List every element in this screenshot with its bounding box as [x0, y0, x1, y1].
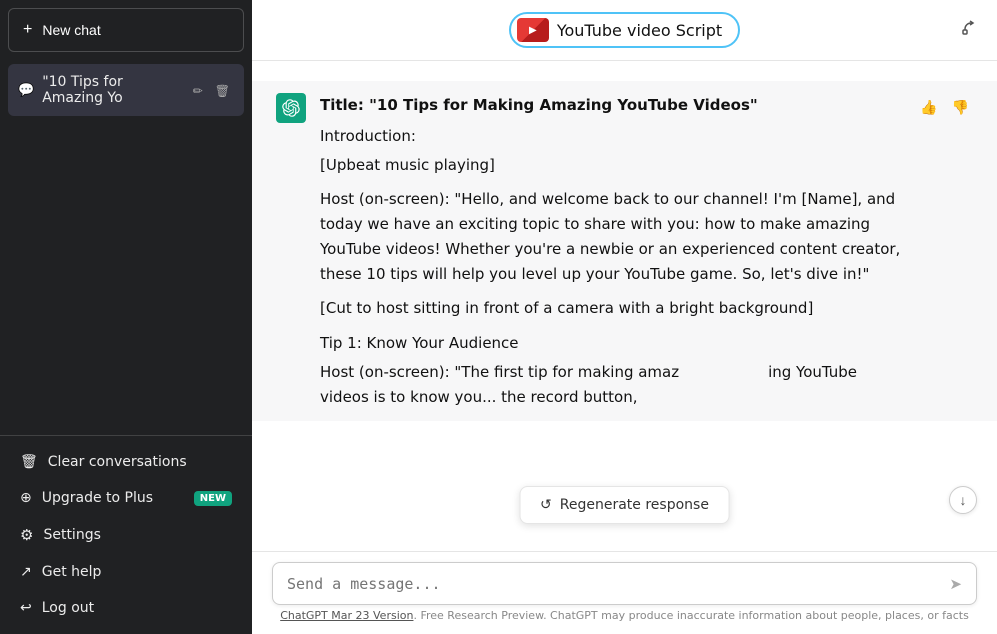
regenerate-label: Regenerate response	[560, 497, 709, 513]
scroll-down-button[interactable]	[949, 486, 977, 514]
help-label: Get help	[42, 564, 102, 580]
sidebar-item-clear[interactable]: Clear conversations	[8, 444, 244, 480]
message-para-3: [Cut to host sitting in front of a camer…	[320, 296, 902, 321]
message-para-4: Tip 1: Know Your Audience	[320, 331, 902, 356]
delete-icon	[215, 83, 230, 98]
sidebar-bottom: Clear conversations Upgrade to Plus NEW …	[0, 435, 252, 634]
sidebar-item-help[interactable]: Get help	[8, 554, 244, 590]
new-chat-label: New chat	[42, 22, 100, 38]
input-box	[272, 562, 977, 605]
sidebar-item-logout[interactable]: Log out	[8, 590, 244, 626]
regenerate-icon	[540, 497, 552, 513]
chat-item-actions	[189, 81, 234, 100]
footer-note: ChatGPT Mar 23 Version. Free Research Pr…	[272, 605, 977, 628]
thumbs-down-icon: 👎	[952, 99, 969, 115]
logout-label: Log out	[42, 600, 94, 616]
footer-version-link[interactable]: ChatGPT Mar 23 Version	[280, 609, 413, 622]
edit-icon	[193, 83, 203, 98]
message-input[interactable]	[287, 575, 941, 593]
share-button[interactable]	[961, 20, 977, 41]
logout-icon	[20, 600, 32, 616]
help-icon	[20, 564, 32, 580]
message-para-2: Host (on-screen): "Hello, and welcome ba…	[320, 187, 902, 286]
message-para-1: [Upbeat music playing]	[320, 153, 902, 178]
message-para-5: Host (on-screen): "The first tip for mak…	[320, 360, 902, 410]
chevron-down-icon	[960, 492, 967, 508]
upgrade-label: Upgrade to Plus	[42, 490, 153, 506]
message-row-assistant: Title: "10 Tips for Making Amazing YouTu…	[252, 81, 997, 421]
plus-icon	[23, 21, 32, 39]
input-area: ChatGPT Mar 23 Version. Free Research Pr…	[252, 551, 997, 634]
new-chat-button[interactable]: New chat	[8, 8, 244, 52]
chat-content: Title: "10 Tips for Making Amazing YouTu…	[252, 61, 997, 551]
send-icon	[949, 573, 962, 594]
thumbs-up-button[interactable]: 👍	[916, 97, 941, 118]
regenerate-popup[interactable]: Regenerate response	[519, 486, 730, 524]
chat-icon	[18, 82, 34, 98]
thumbs-down-button[interactable]: 👎	[948, 97, 973, 118]
chat-header: YouTube video Script	[252, 0, 997, 61]
user-plus-icon	[20, 490, 32, 506]
settings-label: Settings	[43, 527, 100, 543]
message-title: Title: "10 Tips for Making Amazing YouTu…	[320, 93, 902, 118]
share-icon	[961, 23, 977, 40]
message-actions: 👍 👎	[916, 93, 973, 409]
chat-title: YouTube video Script	[557, 21, 722, 40]
sidebar-item-chat-1[interactable]: "10 Tips for Amazing Yo	[8, 64, 244, 116]
clear-label: Clear conversations	[48, 454, 187, 470]
chat-list: "10 Tips for Amazing Yo	[0, 60, 252, 435]
sidebar-item-settings[interactable]: Settings	[8, 516, 244, 554]
assistant-message-content: Title: "10 Tips for Making Amazing YouTu…	[320, 93, 902, 409]
thumbs-up-icon: 👍	[920, 99, 937, 115]
trash-icon	[20, 454, 38, 470]
sidebar: New chat "10 Tips for Amazing Yo Clear c…	[0, 0, 252, 634]
main-panel: YouTube video Script Title: "10 Tips for…	[252, 0, 997, 634]
new-badge: NEW	[194, 491, 232, 506]
send-button[interactable]	[949, 573, 962, 594]
edit-chat-button[interactable]	[189, 81, 207, 100]
delete-chat-button[interactable]	[211, 81, 234, 100]
sidebar-item-upgrade[interactable]: Upgrade to Plus NEW	[8, 480, 244, 516]
youtube-thumbnail	[517, 18, 549, 42]
chat-item-label: "10 Tips for Amazing Yo	[42, 74, 181, 106]
header-title-wrapper: YouTube video Script	[509, 12, 740, 48]
footer-text: . Free Research Preview. ChatGPT may pro…	[413, 609, 968, 622]
message-para-0: Introduction:	[320, 124, 902, 149]
chatgpt-avatar	[276, 93, 306, 123]
settings-icon	[20, 526, 33, 544]
